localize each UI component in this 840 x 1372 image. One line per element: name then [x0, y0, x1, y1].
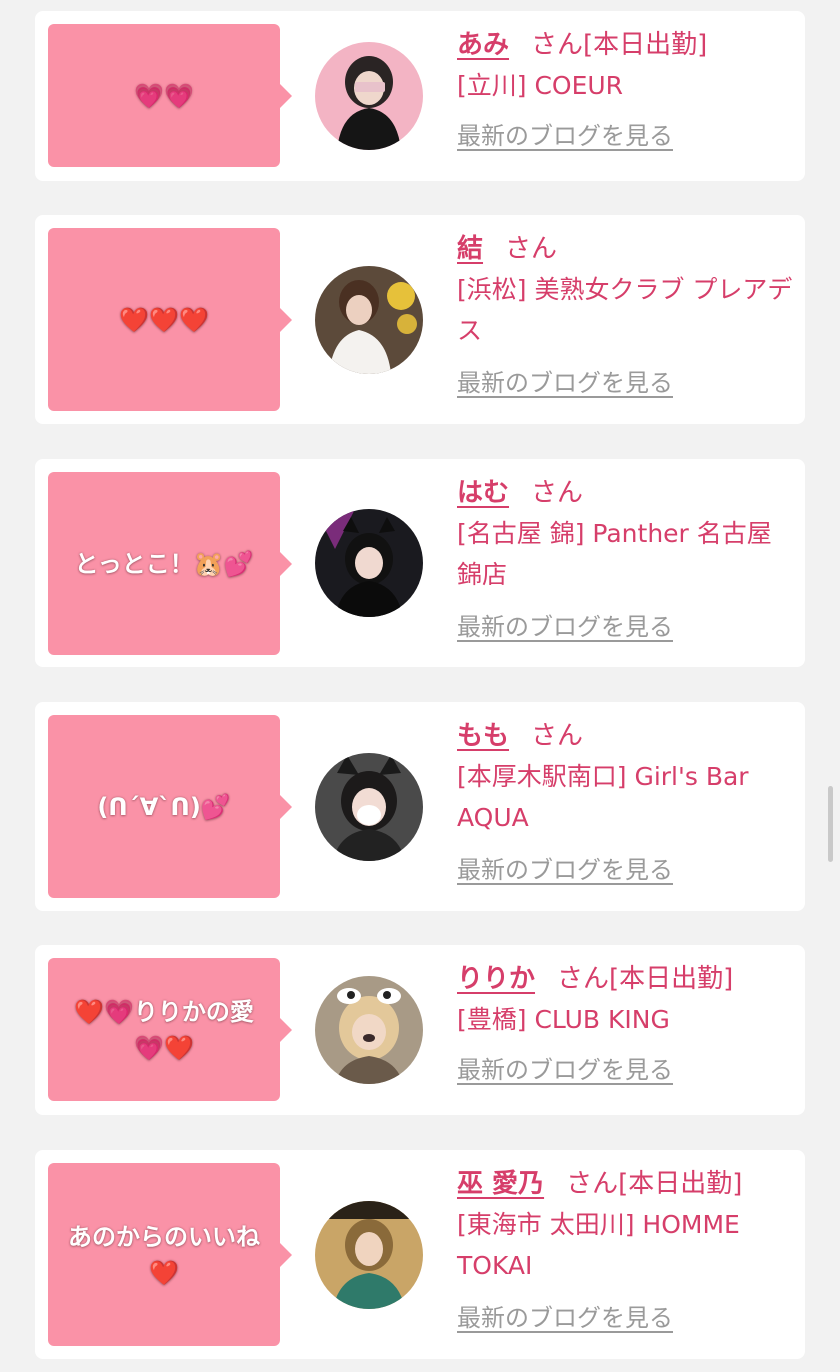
latest-blog-link[interactable]: 最新のブログを見る: [457, 607, 673, 642]
blog-card: とっとこ！🐹💕 はむ さん [名古屋 錦] Panther 名古屋錦店 最新のブロ…: [35, 459, 805, 667]
member-name-link[interactable]: はむ: [457, 478, 509, 508]
avatar[interactable]: [315, 976, 423, 1084]
blog-card: ❤️❤️❤️ 結さん [浜松] 美熟女クラブ プレアデス 最新のブログを見る: [35, 215, 805, 424]
avatar-photo: [315, 1201, 423, 1309]
honorific: さん: [505, 234, 558, 264]
store-name: [立川] COEUR: [457, 71, 624, 100]
message-bubble: とっとこ！🐹💕: [48, 472, 292, 655]
avatar[interactable]: [315, 753, 423, 861]
member-info: あみ さん[本日出勤] [立川] COEUR 最新のブログを見る: [457, 25, 793, 151]
store-name: [浜松] 美熟女クラブ プレアデス: [457, 275, 793, 345]
avatar[interactable]: [315, 509, 423, 617]
blog-card: (ᑎ´∀`ᑎ)💕 もも さん [本厚木駅南口] Girl's Bar AQUA 最…: [35, 702, 805, 911]
blog-card: あのからのいいね❤️ 巫 愛乃 さん[本日出勤] [東海市 太田川] HOMME …: [35, 1150, 805, 1359]
member-info: 巫 愛乃 さん[本日出勤] [東海市 太田川] HOMME TOKAI 最新のブロ…: [457, 1164, 793, 1333]
blog-card: 💗💗 あみ さん[本日出勤] [立川] COEUR 最新のブログを見る: [35, 11, 805, 181]
name-line: もも さん: [457, 716, 793, 756]
avatar-photo: [315, 42, 423, 150]
latest-blog-link[interactable]: 最新のブログを見る: [457, 116, 673, 151]
avatar-photo: [315, 976, 423, 1084]
latest-blog-link[interactable]: 最新のブログを見る: [457, 850, 673, 885]
member-name-link[interactable]: もも: [457, 721, 509, 751]
honorific: さん: [531, 478, 584, 508]
honorific: さん: [557, 964, 610, 994]
scrollbar[interactable]: [828, 786, 833, 862]
member-name-link[interactable]: 巫 愛乃: [457, 1169, 544, 1199]
store-name: [名古屋 錦] Panther 名古屋錦店: [457, 519, 772, 589]
avatar[interactable]: [315, 42, 423, 150]
name-line: 巫 愛乃 さん[本日出勤]: [457, 1164, 793, 1204]
store-name: [豊橋] CLUB KING: [457, 1005, 670, 1034]
avatar[interactable]: [315, 1201, 423, 1309]
latest-blog-link[interactable]: 最新のブログを見る: [457, 1298, 673, 1333]
name-line: りりか さん[本日出勤]: [457, 959, 793, 999]
message-bubble: あのからのいいね❤️: [48, 1163, 292, 1346]
attendance-status: [本日出勤]: [618, 1169, 743, 1199]
avatar-photo: [315, 509, 423, 617]
latest-blog-link[interactable]: 最新のブログを見る: [457, 1050, 673, 1085]
member-name-link[interactable]: あみ: [457, 30, 509, 60]
member-info: もも さん [本厚木駅南口] Girl's Bar AQUA 最新のブログを見る: [457, 716, 793, 885]
honorific: さん: [566, 1169, 619, 1199]
name-line: 結さん: [457, 229, 793, 269]
avatar-photo: [315, 753, 423, 861]
member-info: りりか さん[本日出勤] [豊橋] CLUB KING 最新のブログを見る: [457, 959, 793, 1085]
name-line: はむ さん: [457, 473, 793, 513]
honorific: さん: [531, 721, 584, 751]
store-name: [本厚木駅南口] Girl's Bar AQUA: [457, 762, 749, 832]
name-line: あみ さん[本日出勤]: [457, 25, 793, 65]
honorific: さん: [531, 30, 584, 60]
avatar-photo: [315, 266, 423, 374]
message-bubble: 💗💗: [48, 24, 292, 167]
store-name: [東海市 太田川] HOMME TOKAI: [457, 1210, 740, 1280]
attendance-status: [本日出勤]: [583, 30, 708, 60]
message-bubble: ❤️❤️❤️: [48, 228, 292, 411]
member-name-link[interactable]: 結: [457, 234, 483, 264]
message-bubble: ❤️💗りりかの愛💗❤️: [48, 958, 292, 1101]
latest-blog-link[interactable]: 最新のブログを見る: [457, 363, 673, 398]
member-info: はむ さん [名古屋 錦] Panther 名古屋錦店 最新のブログを見る: [457, 473, 793, 642]
member-info: 結さん [浜松] 美熟女クラブ プレアデス 最新のブログを見る: [457, 229, 793, 398]
avatar[interactable]: [315, 266, 423, 374]
member-name-link[interactable]: りりか: [457, 964, 535, 994]
blog-card: ❤️💗りりかの愛💗❤️ りりか さん[本日出勤] [豊橋] CLUB KING 最…: [35, 945, 805, 1115]
message-bubble: (ᑎ´∀`ᑎ)💕: [48, 715, 292, 898]
attendance-status: [本日出勤]: [609, 964, 734, 994]
